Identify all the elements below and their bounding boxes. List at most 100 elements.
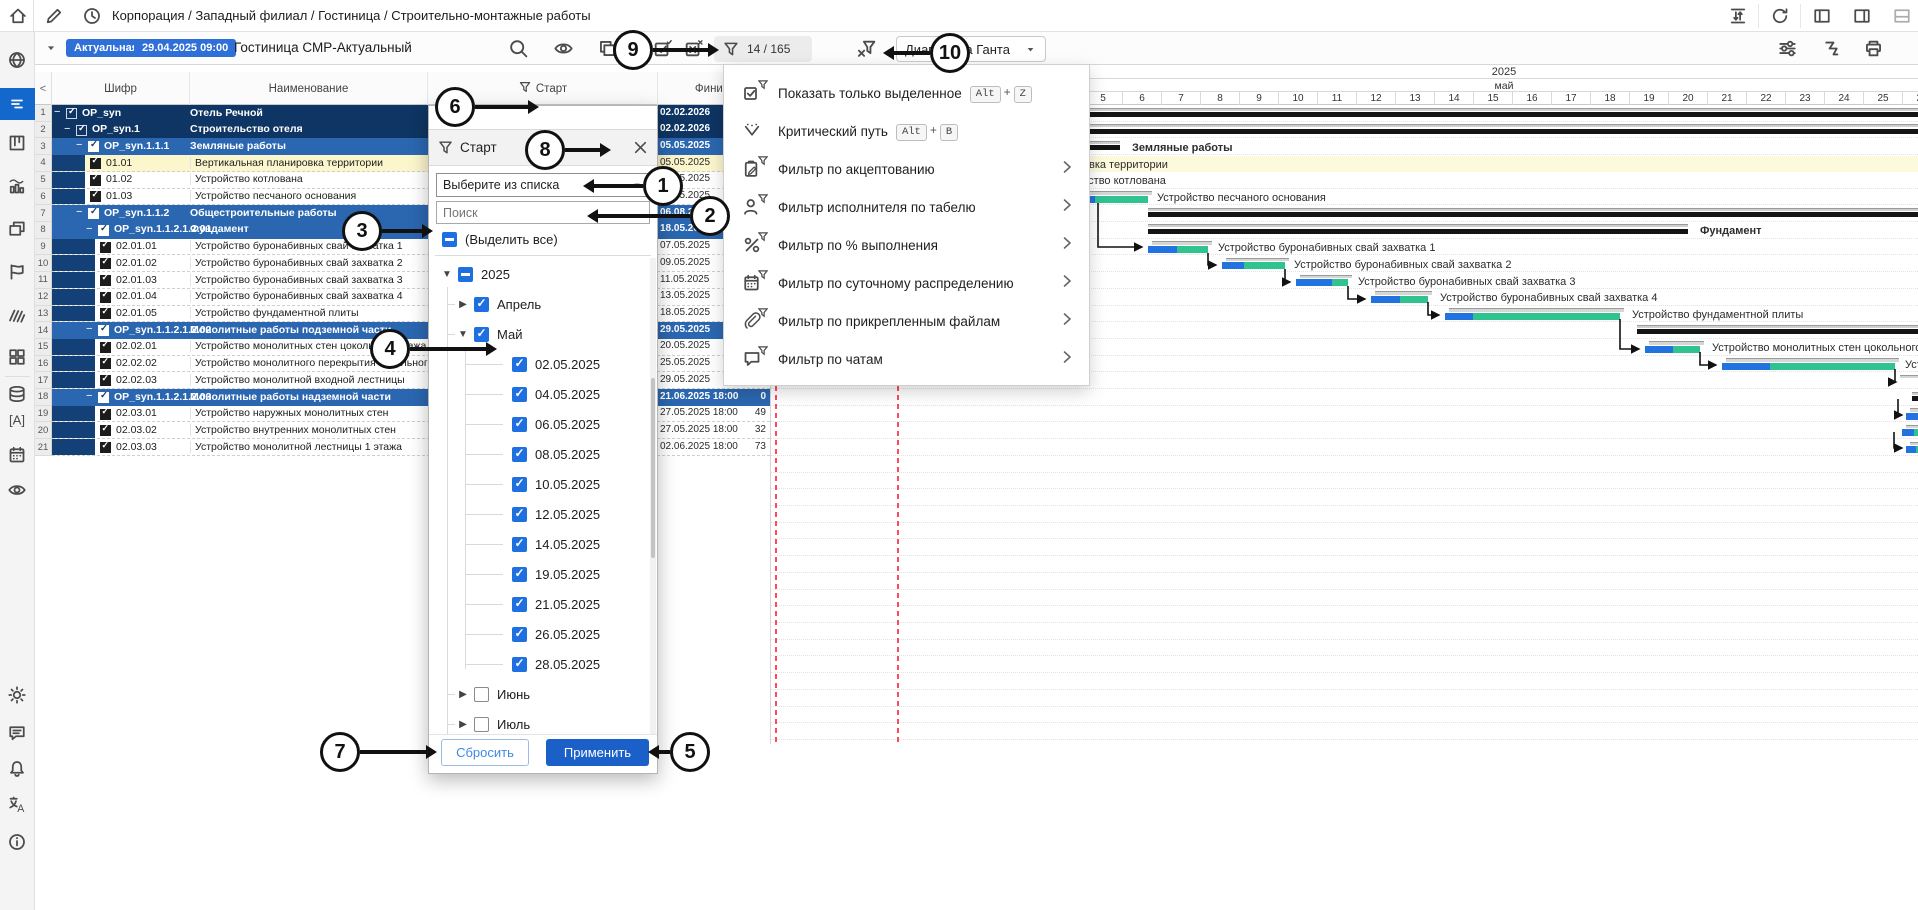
filter-tree-item[interactable]: ▼Май [429,319,647,349]
row-checkbox[interactable]: ✓ [100,242,111,253]
tree-checkbox[interactable] [512,417,527,432]
filter-tree-item[interactable]: 10.05.2025 [429,469,647,499]
gantt-summary-bar[interactable] [1912,396,1918,401]
row-checkbox[interactable]: ✓ [100,375,111,386]
collapse-icon[interactable]: − [86,223,96,240]
filter-tree-item[interactable]: ▼2025 [429,259,647,289]
gantt-summary-bar[interactable] [1637,329,1918,334]
row-checkbox[interactable]: ✓ [100,442,111,453]
gantt-progress-bar[interactable] [1722,363,1770,370]
gantt-task-bar[interactable] [1177,246,1208,253]
gantt-task-bar[interactable] [1673,346,1700,353]
filter-tree-item[interactable]: ▶Июнь [429,679,647,709]
gantt-progress-bar[interactable] [1445,313,1473,320]
row-checkbox[interactable]: ✓ [100,292,111,303]
globe-icon[interactable] [7,50,27,70]
database-icon[interactable] [7,384,27,404]
row-checkbox[interactable]: ✓ [98,225,109,236]
search-input[interactable] [436,201,650,224]
column-header-code[interactable]: Шифр [52,72,190,105]
tree-checkbox[interactable] [512,597,527,612]
menu-item[interactable]: Фильтр по прикрепленным файлам [724,302,1089,340]
scrollbar-thumb[interactable] [651,378,655,558]
filter-tree-item[interactable]: 19.05.2025 [429,559,647,589]
filter-tree-item[interactable]: 02.05.2025 [429,349,647,379]
row-checkbox[interactable]: ✓ [100,308,111,319]
tree-checkbox[interactable] [512,387,527,402]
row-checkbox[interactable]: ✓ [90,158,101,169]
menu-item[interactable]: Фильтр исполнителя по табелю [724,188,1089,226]
table-row[interactable]: 1−✓OP_synОтель Речной02.02.2026 [35,105,770,122]
row-checkbox[interactable]: ✓ [90,175,101,186]
comment-icon[interactable] [7,723,27,743]
table-row[interactable]: 9✓02.01.01Устройство буронабивных свай з… [35,239,770,256]
eye-icon[interactable] [7,480,27,500]
tree-checkbox[interactable] [512,537,527,552]
gantt-summary-bar[interactable] [1148,212,1918,217]
chart-icon[interactable] [7,176,27,196]
collapse-icon[interactable]: ▼ [457,329,469,340]
pencil-icon[interactable] [44,6,64,26]
panel-left-icon[interactable] [1812,6,1832,26]
table-row[interactable]: 3−✓OP_syn.1.1.1Земляные работы05.05.2025 [35,138,770,155]
gantt-task-bar[interactable] [1770,363,1895,370]
tree-checkbox[interactable] [512,357,527,372]
table-row[interactable]: 13✓02.01.05Устройство фундаментной плиты… [35,306,770,323]
row-checkbox[interactable]: ✓ [76,125,87,136]
gantt-task-bar[interactable] [1914,429,1918,436]
collapse-icon[interactable]: − [64,123,74,140]
row-checkbox[interactable]: ✓ [98,392,109,403]
funnel-icon[interactable] [518,80,532,97]
gantt-progress-bar[interactable] [1371,296,1400,303]
filter-tree-item[interactable]: ▶Апрель [429,289,647,319]
row-checkbox[interactable]: ✓ [98,325,109,336]
filter-counter[interactable]: 14 / 165 [714,36,812,62]
row-checkbox[interactable]: ✓ [88,141,99,152]
panel-right-icon[interactable] [1852,6,1872,26]
bell-icon[interactable] [7,759,27,779]
filter-tree-item[interactable]: 14.05.2025 [429,529,647,559]
gantt-progress-bar[interactable] [1645,346,1673,353]
menu-item[interactable]: Фильтр по чатам [724,340,1089,378]
select-all-checkbox[interactable] [442,232,457,247]
collapse-icon[interactable]: − [54,106,64,123]
row-checkbox[interactable]: ✓ [100,409,111,420]
filter-tree-item[interactable]: 28.05.2025 [429,649,647,679]
row-checkbox[interactable]: ✓ [100,275,111,286]
gantt-progress-bar[interactable] [1296,279,1332,286]
calendar-icon[interactable] [7,445,27,465]
windows-icon[interactable] [7,219,27,239]
kanban-icon[interactable] [7,133,27,153]
table-row[interactable]: 18−✓OP_syn.1.1.2.1.2.03Монолитные работы… [35,389,770,406]
filter-tree-item[interactable]: 21.05.2025 [429,589,647,619]
clock-icon[interactable] [82,6,102,26]
view-selector[interactable]: Диаграмма Ганта [896,36,1046,62]
sliders-icon[interactable] [1777,38,1798,59]
collapse-table-button[interactable]: < [35,72,52,105]
row-checkbox[interactable]: ✓ [100,258,111,269]
translate-icon[interactable]: A [7,795,27,815]
gantt-task-bar[interactable] [1473,313,1620,320]
menu-item[interactable]: Фильтр по % выполнения [724,226,1089,264]
row-checkbox[interactable]: ✓ [90,191,101,202]
gantt-progress-bar[interactable] [1902,429,1914,436]
gantt-progress-bar[interactable] [1148,246,1177,253]
apply-button[interactable]: Применить [546,739,649,766]
row-checkbox[interactable]: ✓ [88,208,99,219]
brackets-a-icon[interactable]: [A] [7,410,27,430]
filter-tree-item[interactable]: 06.05.2025 [429,409,647,439]
printer-icon[interactable] [1863,38,1884,59]
table-row[interactable]: 2−✓OP_syn.1Строительство отеля02.02.2026 [35,122,770,139]
filter-tree-item[interactable]: 08.05.2025 [429,439,647,469]
flag-icon[interactable] [7,262,27,282]
collapse-icon[interactable]: ▼ [441,269,453,280]
gantt-progress-bar[interactable] [1906,413,1918,420]
menu-item[interactable]: Фильтр по акцептованию [724,150,1089,188]
gantt-task-bar[interactable] [1400,296,1428,303]
sun-icon[interactable] [7,685,27,705]
gantt-progress-bar[interactable] [1222,262,1244,269]
tree-checkbox[interactable] [474,687,489,702]
eye-icon[interactable] [553,38,574,59]
sidebar-item-active[interactable] [0,88,35,120]
expand-icon[interactable]: ▶ [457,719,469,730]
